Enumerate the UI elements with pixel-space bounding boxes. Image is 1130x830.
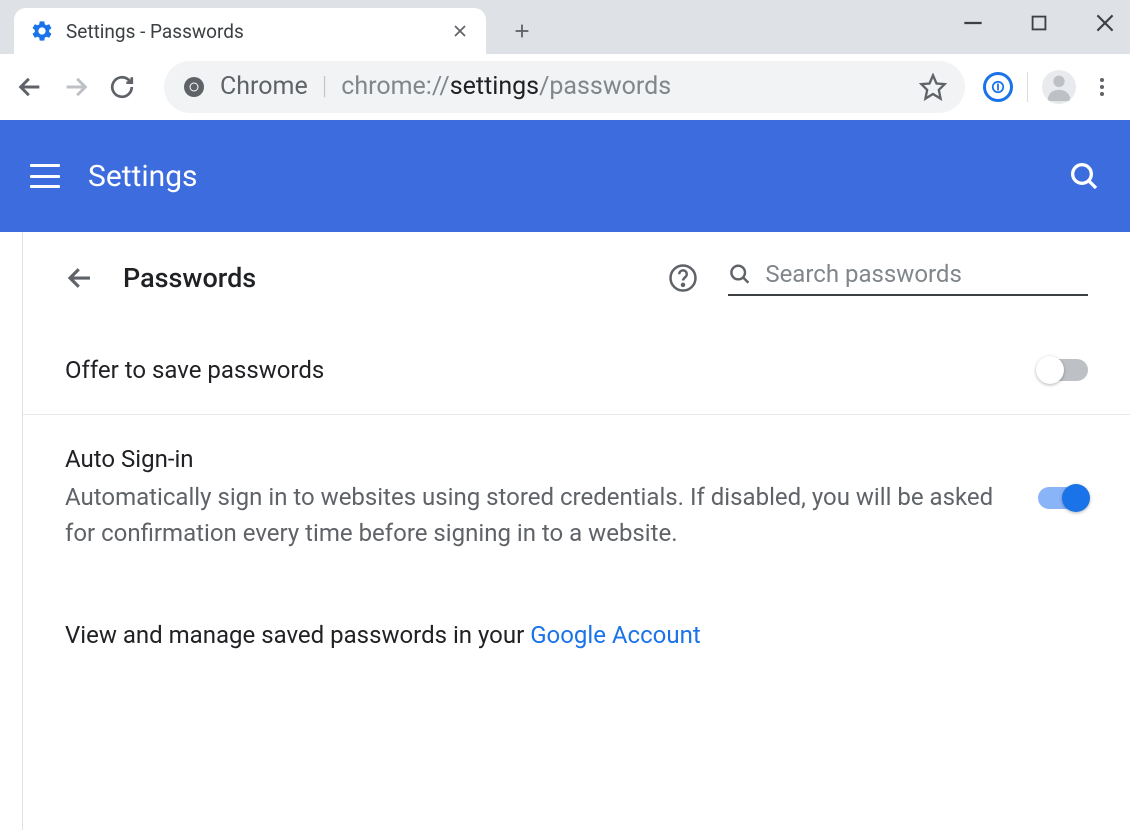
setting-offer-save: Offer to save passwords <box>23 326 1130 415</box>
nav-back-button[interactable] <box>16 73 44 101</box>
settings-content: Passwords Offer to save passwords Auto <box>22 232 1130 830</box>
page-heading: Passwords <box>123 262 256 294</box>
minimize-button[interactable] <box>958 8 988 38</box>
url-scheme: chrome:// <box>341 72 449 101</box>
url-sub: /passwords <box>539 72 671 101</box>
content-header: Passwords <box>23 260 1130 326</box>
offer-save-toggle[interactable] <box>1038 359 1088 381</box>
chrome-icon <box>182 75 206 99</box>
setting-description: Automatically sign in to websites using … <box>65 479 1008 551</box>
kebab-menu-icon[interactable] <box>1090 75 1114 99</box>
tab-title: Settings - Passwords <box>66 20 438 43</box>
address-bar[interactable]: Chrome | chrome://settings/passwords <box>164 61 965 113</box>
extension-icon[interactable] <box>983 72 1013 102</box>
toggle-knob <box>1062 484 1090 512</box>
address-text: Chrome | chrome://settings/passwords <box>220 72 671 101</box>
setting-label: Offer to save passwords <box>65 356 1008 384</box>
back-arrow-icon[interactable] <box>65 263 95 293</box>
search-icon <box>728 261 751 287</box>
setting-label: Auto Sign-in <box>65 445 1008 473</box>
window-tab-bar: Settings - Passwords <box>0 0 1130 54</box>
help-icon[interactable] <box>668 263 698 293</box>
new-tab-button[interactable] <box>504 13 540 49</box>
window-close-button[interactable] <box>1090 8 1120 38</box>
auto-signin-toggle[interactable] <box>1038 487 1088 509</box>
content-header-right <box>668 260 1088 296</box>
browser-tab[interactable]: Settings - Passwords <box>14 8 486 54</box>
omnibox-label: Chrome <box>220 72 308 101</box>
toolbar-right <box>983 70 1114 104</box>
profile-avatar[interactable] <box>1042 70 1076 104</box>
setting-auto-signin: Auto Sign-in Automatically sign in to we… <box>23 415 1130 581</box>
window-controls <box>958 8 1120 38</box>
settings-header: Settings <box>0 120 1130 232</box>
toolbar-divider <box>1027 72 1028 102</box>
reload-button[interactable] <box>108 73 136 101</box>
hamburger-menu-icon[interactable] <box>30 164 60 188</box>
browser-toolbar: Chrome | chrome://settings/passwords <box>0 54 1130 120</box>
setting-text: Offer to save passwords <box>65 356 1038 384</box>
nav-forward-button[interactable] <box>62 73 90 101</box>
url-path: settings <box>450 72 539 101</box>
close-icon[interactable] <box>450 21 470 41</box>
setting-text: Auto Sign-in Automatically sign in to we… <box>65 445 1038 551</box>
password-search-box[interactable] <box>728 260 1088 296</box>
bookmark-star-icon[interactable] <box>919 73 947 101</box>
password-search-input[interactable] <box>765 260 1088 288</box>
toggle-knob <box>1036 356 1064 384</box>
maximize-button[interactable] <box>1024 8 1054 38</box>
settings-title: Settings <box>88 159 198 194</box>
google-account-link[interactable]: Google Account <box>530 621 701 649</box>
search-icon[interactable] <box>1068 160 1100 192</box>
account-link-prefix: View and manage saved passwords in your <box>65 621 530 649</box>
account-link-row: View and manage saved passwords in your … <box>23 581 1130 669</box>
gear-icon <box>30 19 54 43</box>
